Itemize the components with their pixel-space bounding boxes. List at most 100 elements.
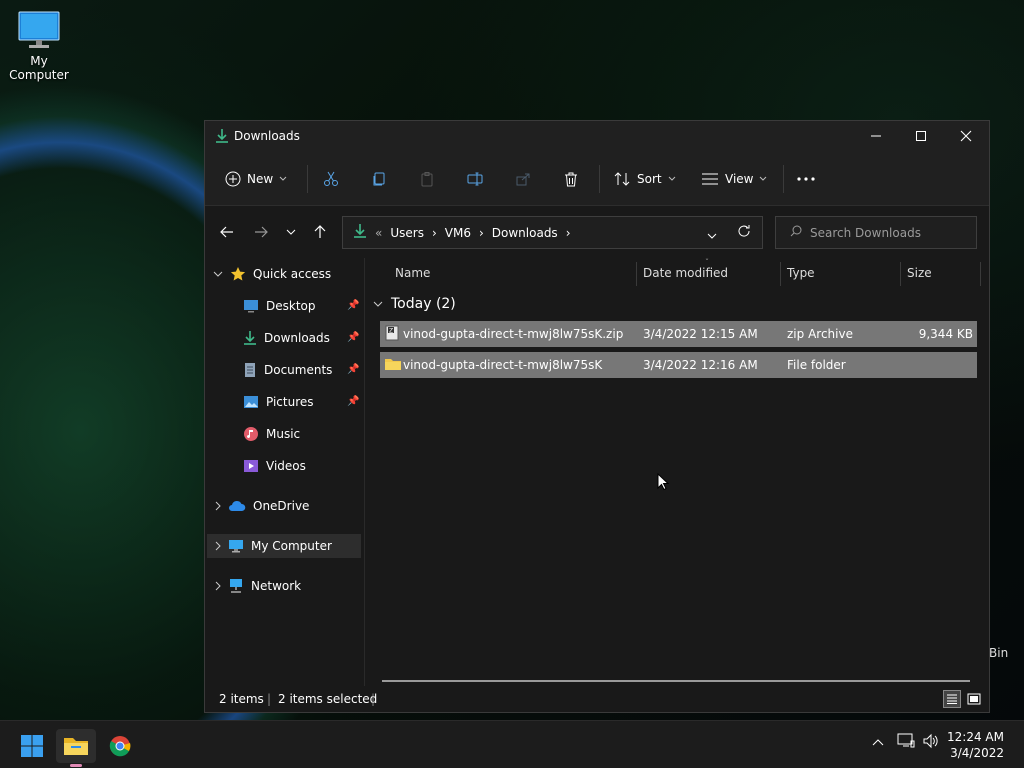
more-options-button[interactable]	[797, 166, 815, 192]
sidebar-label: Network	[251, 579, 302, 593]
taskbar: 12:24 AM 3/4/2022	[0, 720, 1024, 768]
sidebar-item-videos[interactable]: Videos	[243, 454, 306, 478]
breadcrumb-downloads[interactable]: Downloads	[492, 226, 558, 240]
group-label: Today (2)	[391, 296, 456, 312]
taskbar-file-explorer[interactable]	[56, 729, 96, 767]
search-input[interactable]	[810, 225, 970, 240]
paste-button[interactable]	[419, 166, 435, 192]
recent-locations-button[interactable]	[279, 222, 303, 242]
taskbar-chrome[interactable]	[100, 729, 140, 763]
sort-button[interactable]: Sort	[613, 166, 676, 192]
column-header-type[interactable]: Type	[787, 266, 815, 280]
copy-icon	[373, 172, 385, 186]
sidebar-item-network[interactable]: Network	[215, 574, 301, 598]
toolbar-separator	[307, 165, 308, 193]
window-title: Downloads	[234, 129, 300, 143]
volume-icon[interactable]	[922, 733, 940, 752]
column-separator[interactable]	[900, 262, 901, 286]
sidebar-label: OneDrive	[253, 499, 310, 513]
videos-icon	[244, 460, 258, 472]
sidebar-item-onedrive[interactable]: OneDrive	[215, 494, 309, 518]
breadcrumb-vm6[interactable]: VM6	[445, 226, 471, 240]
arrow-up-icon	[314, 225, 326, 238]
rename-icon	[467, 172, 483, 186]
scissors-icon	[324, 171, 338, 186]
file-list[interactable]: Name ˇ Date modified Type Size Today (2)…	[365, 258, 989, 686]
sidebar-item-music[interactable]: Music	[243, 422, 300, 446]
status-divider: |	[267, 692, 272, 706]
search-box[interactable]	[775, 216, 977, 249]
column-header-date-modified[interactable]: Date modified	[643, 266, 728, 280]
table-row[interactable]: vinod-gupta-direct-t-mwj8lw75sK 3/4/2022…	[380, 352, 977, 378]
monitor-icon	[17, 8, 61, 52]
chrome-icon	[109, 736, 131, 757]
clock-date: 3/4/2022	[950, 746, 1004, 760]
address-bar[interactable]: « Users › VM6 › Downloads ›	[342, 216, 763, 249]
status-bar: 2 items | 2 items selected |	[205, 686, 989, 712]
address-dropdown-button[interactable]	[707, 228, 717, 242]
desktop-icon-my-computer[interactable]: My Computer	[0, 8, 78, 82]
view-label: View	[725, 172, 754, 186]
sidebar-item-pictures[interactable]: Pictures	[243, 390, 314, 414]
chevron-right-icon	[215, 541, 221, 551]
new-button[interactable]: New	[225, 166, 287, 192]
breadcrumb-users[interactable]: Users	[390, 226, 424, 240]
horizontal-scrollbar[interactable]	[382, 680, 970, 682]
rename-button[interactable]	[467, 166, 483, 192]
column-separator[interactable]	[636, 262, 637, 286]
navigation-pane[interactable]: Quick access Desktop 📌 Downloads 📌 Docum…	[205, 258, 363, 686]
details-view-icon	[947, 694, 957, 704]
table-row[interactable]: Z vinod-gupta-direct-t-mwj8lw75sK.zip 3/…	[380, 321, 977, 347]
taskbar-clock[interactable]: 12:24 AM 3/4/2022	[947, 729, 1004, 761]
group-header-today[interactable]: Today (2)	[373, 296, 456, 312]
close-button[interactable]	[943, 121, 989, 151]
forward-button[interactable]	[249, 222, 273, 242]
details-view-button[interactable]	[943, 690, 961, 708]
pin-icon: 📌	[347, 300, 360, 311]
clipboard-icon	[421, 172, 433, 187]
cut-button[interactable]	[323, 166, 339, 192]
sidebar-item-desktop[interactable]: Desktop	[243, 294, 316, 318]
title-bar[interactable]: Downloads	[205, 121, 989, 151]
back-button[interactable]	[215, 222, 239, 242]
tiles-view-button[interactable]	[965, 690, 983, 708]
chevron-right-icon: ›	[478, 225, 484, 240]
view-button[interactable]: View	[701, 166, 767, 192]
breadcrumb-overflow[interactable]: «	[375, 226, 382, 240]
refresh-button[interactable]	[737, 224, 751, 241]
sidebar-item-downloads[interactable]: Downloads	[243, 326, 330, 350]
copy-button[interactable]	[371, 166, 387, 192]
chevron-down-icon	[707, 233, 717, 239]
plus-circle-icon	[225, 171, 241, 187]
delete-button[interactable]	[563, 166, 579, 192]
file-size: 9,344 KB	[918, 327, 973, 341]
show-hidden-icons-button[interactable]	[872, 735, 884, 749]
status-item-count: 2 items	[219, 692, 264, 706]
sidebar-label: Desktop	[266, 299, 316, 313]
sidebar-item-documents[interactable]: Documents	[243, 358, 332, 382]
column-header-name[interactable]: Name	[395, 266, 430, 280]
toolbar-separator	[783, 165, 784, 193]
trash-icon	[565, 172, 577, 187]
sort-icon	[614, 172, 630, 186]
sidebar-item-quick-access[interactable]: Quick access	[213, 262, 331, 286]
start-button[interactable]	[12, 729, 52, 763]
up-button[interactable]	[308, 222, 332, 242]
sidebar-item-my-computer[interactable]: My Computer	[207, 534, 361, 558]
network-tray-icon[interactable]	[897, 733, 915, 752]
windows-logo-icon	[21, 735, 43, 757]
folder-icon	[64, 738, 88, 755]
star-icon	[230, 267, 246, 281]
column-header-size[interactable]: Size	[907, 266, 932, 280]
tiles-view-icon	[967, 693, 981, 705]
minimize-button[interactable]	[853, 121, 899, 151]
file-name: vinod-gupta-direct-t-mwj8lw75sK.zip	[403, 327, 624, 341]
share-button[interactable]	[515, 166, 531, 192]
column-separator[interactable]	[980, 262, 981, 286]
column-separator[interactable]	[780, 262, 781, 286]
search-icon	[790, 225, 802, 240]
zip-file-icon: Z	[384, 325, 400, 344]
maximize-button[interactable]	[898, 121, 944, 151]
folder-icon	[384, 357, 402, 374]
recycle-bin-label-partial: Bin	[989, 646, 1009, 660]
